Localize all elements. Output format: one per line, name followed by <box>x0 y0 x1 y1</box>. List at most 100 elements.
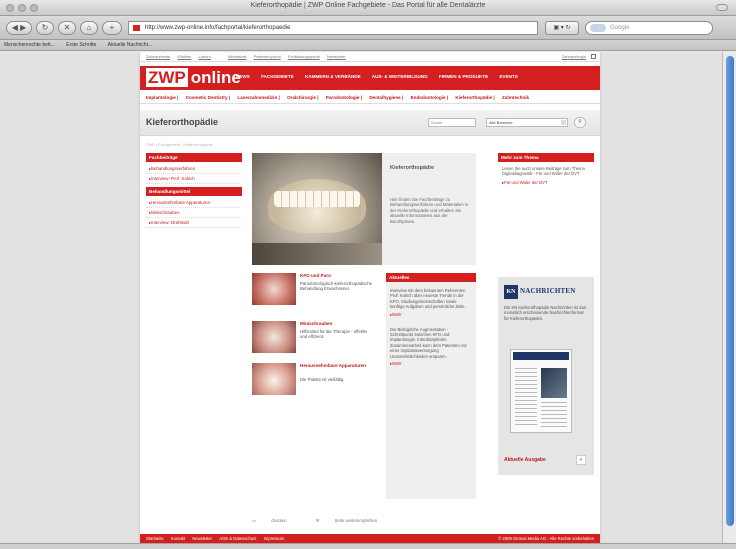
sub-nav-item[interactable]: Dentalhygiene <box>369 95 400 100</box>
bookmark-item[interactable]: Erste Schritte <box>66 42 96 48</box>
top-link[interactable]: Newsletter <box>327 54 346 59</box>
left-nav-heading: Fachbeiträge <box>146 153 242 162</box>
address-bar[interactable]: http://www.zwp-online.info/fachportal/ki… <box>128 21 538 35</box>
sub-nav-item[interactable]: Oralchirurgie <box>287 95 316 100</box>
search-engine-icon[interactable] <box>590 24 606 32</box>
sub-nav-item-active[interactable]: Kieferorthopädie <box>455 95 492 100</box>
kn-description: Die KN Kieferorthopädie Nachrichten ist … <box>504 305 586 321</box>
teaser[interactable]: Minischrauben Hilfsmittel für die Therap… <box>252 321 376 365</box>
main-nav-item[interactable]: AUS- & WEITERBILDUNG <box>372 74 428 79</box>
teaser-title[interactable]: KFO und Paro <box>300 273 374 279</box>
more-link[interactable]: Mehr <box>390 361 472 366</box>
left-nav-item[interactable]: Herausnehmbare Apparaturen <box>146 198 242 208</box>
vertical-scrollbar[interactable] <box>722 52 736 543</box>
footer-link[interactable]: Startseite <box>146 536 164 541</box>
left-nav-item[interactable]: Interview: Prof. Kokich <box>146 174 242 184</box>
breadcrumb: ZWP | Fachgebiete | Kieferorthopädie <box>146 142 213 147</box>
search-go-button[interactable]: ⚲ <box>574 117 586 128</box>
hero-image-shadow <box>252 243 382 265</box>
status-bar <box>0 543 736 549</box>
main-nav-item[interactable]: FIRMEN & PRODUKTE <box>439 74 488 79</box>
top-link[interactable]: Patientenportal <box>254 54 281 59</box>
current-issue-link[interactable]: Aktuelle Ausgabe <box>504 457 546 463</box>
kn-promo-box: KN NACHRICHTEN Die KN Kieferorthopädie N… <box>498 277 594 475</box>
envelope-icon: ✉ <box>315 518 321 523</box>
teaser-image[interactable] <box>252 273 296 305</box>
cover-masthead <box>513 352 569 360</box>
top-link[interactable]: Zahnarztseite <box>146 54 170 59</box>
browser-window: Kieferorthopädie | ZWP Online Fachgebiet… <box>0 0 736 549</box>
main-nav-item[interactable]: EVENTS <box>499 74 517 79</box>
main-nav-item[interactable]: FACHGEBIETE <box>261 74 294 79</box>
sub-nav-item[interactable]: Cosmetic Dentistry <box>186 95 228 100</box>
logo-online: online <box>190 68 241 87</box>
site-footer: Startseite Kontakt Newsletter AGB & Date… <box>140 534 600 543</box>
login-link[interactable]: Zahnarztlogin <box>562 52 586 62</box>
aktuelles-box: Aktuelles Interview mit dem bekannten Re… <box>386 273 476 499</box>
add-bookmark-button[interactable]: + <box>102 21 122 35</box>
current-issue-button[interactable]: + <box>576 455 586 465</box>
footer-link[interactable]: Newsletter <box>192 536 212 541</box>
home-icon[interactable]: ⌂ <box>80 21 98 35</box>
search-icon: ⚲ <box>578 119 582 125</box>
footer-link[interactable]: Kontakt <box>171 536 185 541</box>
title-area: Kieferorthopädie Suche Alle Bereiche ⚲ <box>140 110 600 136</box>
sub-nav-item[interactable]: Endodontologie <box>411 95 446 100</box>
main-nav: NEWS FACHGEBIETE KAMMERN & VERBÄNDE AUS-… <box>236 74 528 79</box>
magazine-cover-image[interactable] <box>510 349 572 433</box>
top-link[interactable]: Fortbildungsportal <box>288 54 320 59</box>
rss-reload-controls[interactable]: ▣ ▾ ↻ <box>545 21 579 35</box>
site-logo[interactable]: ZWP online <box>146 68 241 88</box>
news-text: Interview mit dem bekannten Referenten P… <box>390 288 466 310</box>
sub-nav-item[interactable]: Parodontologie <box>326 95 360 100</box>
area-select[interactable]: Alle Bereiche <box>486 118 568 127</box>
teaser-text: Hilfsmittel für die Therapie - effektiv … <box>300 329 368 340</box>
bookmark-item[interactable]: Aktuelle Nachricht... <box>108 42 152 48</box>
site-search-label: Suche <box>431 120 443 125</box>
top-link[interactable]: Labore <box>199 54 211 59</box>
top-link[interactable]: Kliniken <box>177 54 191 59</box>
left-nav-heading: Behandlungsmittel <box>146 187 242 196</box>
back-forward-button[interactable]: ◀ ▶ <box>6 21 32 35</box>
teaser-image[interactable] <box>252 363 296 395</box>
left-nav: Fachbeiträge Behandlungsverfahren Interv… <box>146 153 242 228</box>
teaser-title[interactable]: Herausnehmbare Apparaturen <box>300 363 374 369</box>
footer-link[interactable]: AGB & Datenschutz <box>219 536 256 541</box>
site-search-input[interactable]: Suche <box>428 118 476 127</box>
print-link[interactable]: ▭ drucken <box>252 518 301 523</box>
stop-button[interactable]: ✕ <box>58 21 76 35</box>
left-nav-item[interactable]: Behandlungsverfahren <box>146 164 242 174</box>
url-text: http://www.zwp-online.info/fachportal/ki… <box>145 25 291 31</box>
search-field[interactable]: Google <box>585 21 713 35</box>
favicon-icon <box>133 25 140 31</box>
sub-nav-item[interactable]: Implantologie <box>146 95 176 100</box>
top-link[interactable]: Mediathek <box>228 54 246 59</box>
right-column: Mehr zum Thema Lesen Sie auch unsere Bei… <box>498 153 594 185</box>
scrollbar-thumb[interactable] <box>726 56 734 526</box>
chevron-down-icon <box>561 120 566 125</box>
copyright: © 2009 Oemus Media AG - Alle Rechte vorb… <box>498 536 594 541</box>
bookmark-item[interactable]: Menschenrechte bett... <box>4 42 55 48</box>
sub-nav-item[interactable]: Zahntechnik <box>502 95 529 100</box>
reload-button[interactable]: ↻ <box>36 21 54 35</box>
teaser-text: Die Palette ist vielfältig. <box>300 377 345 382</box>
left-nav-item[interactable]: Interview: Drahtsatt <box>146 218 242 228</box>
teaser-image[interactable] <box>252 321 296 353</box>
left-nav-item[interactable]: Minischrauben <box>146 208 242 218</box>
footer-link[interactable]: Impressum <box>264 536 285 541</box>
main-nav-item[interactable]: KAMMERN & VERBÄNDE <box>305 74 361 79</box>
teaser-title[interactable]: Minischrauben <box>300 321 374 327</box>
teaser[interactable]: Herausnehmbare Apparaturen Die Palette i… <box>252 363 376 407</box>
recommend-link[interactable]: ✉ Seite weiterempfehlen <box>316 518 391 523</box>
window-title: Kieferorthopädie | ZWP Online Fachgebiet… <box>250 2 486 9</box>
teaser[interactable]: KFO und Paro Parodontologisch-kieferorth… <box>252 273 376 317</box>
kn-name: NACHRICHTEN <box>520 287 576 295</box>
web-content: Zahnarztseite Kliniken Labore Mediathek … <box>0 52 722 543</box>
main-nav-item[interactable]: NEWS <box>236 74 250 79</box>
title-bar: Kieferorthopädie | ZWP Online Fachgebiet… <box>0 0 736 16</box>
related-link[interactable]: Für und Wider der DVT <box>502 180 590 185</box>
sub-nav-item[interactable]: Laserzahnmedizin <box>237 95 277 100</box>
more-link[interactable]: Mehr <box>390 312 472 317</box>
toolbar-toggle-button[interactable] <box>716 4 728 11</box>
kn-logo[interactable]: KN NACHRICHTEN <box>504 285 588 299</box>
